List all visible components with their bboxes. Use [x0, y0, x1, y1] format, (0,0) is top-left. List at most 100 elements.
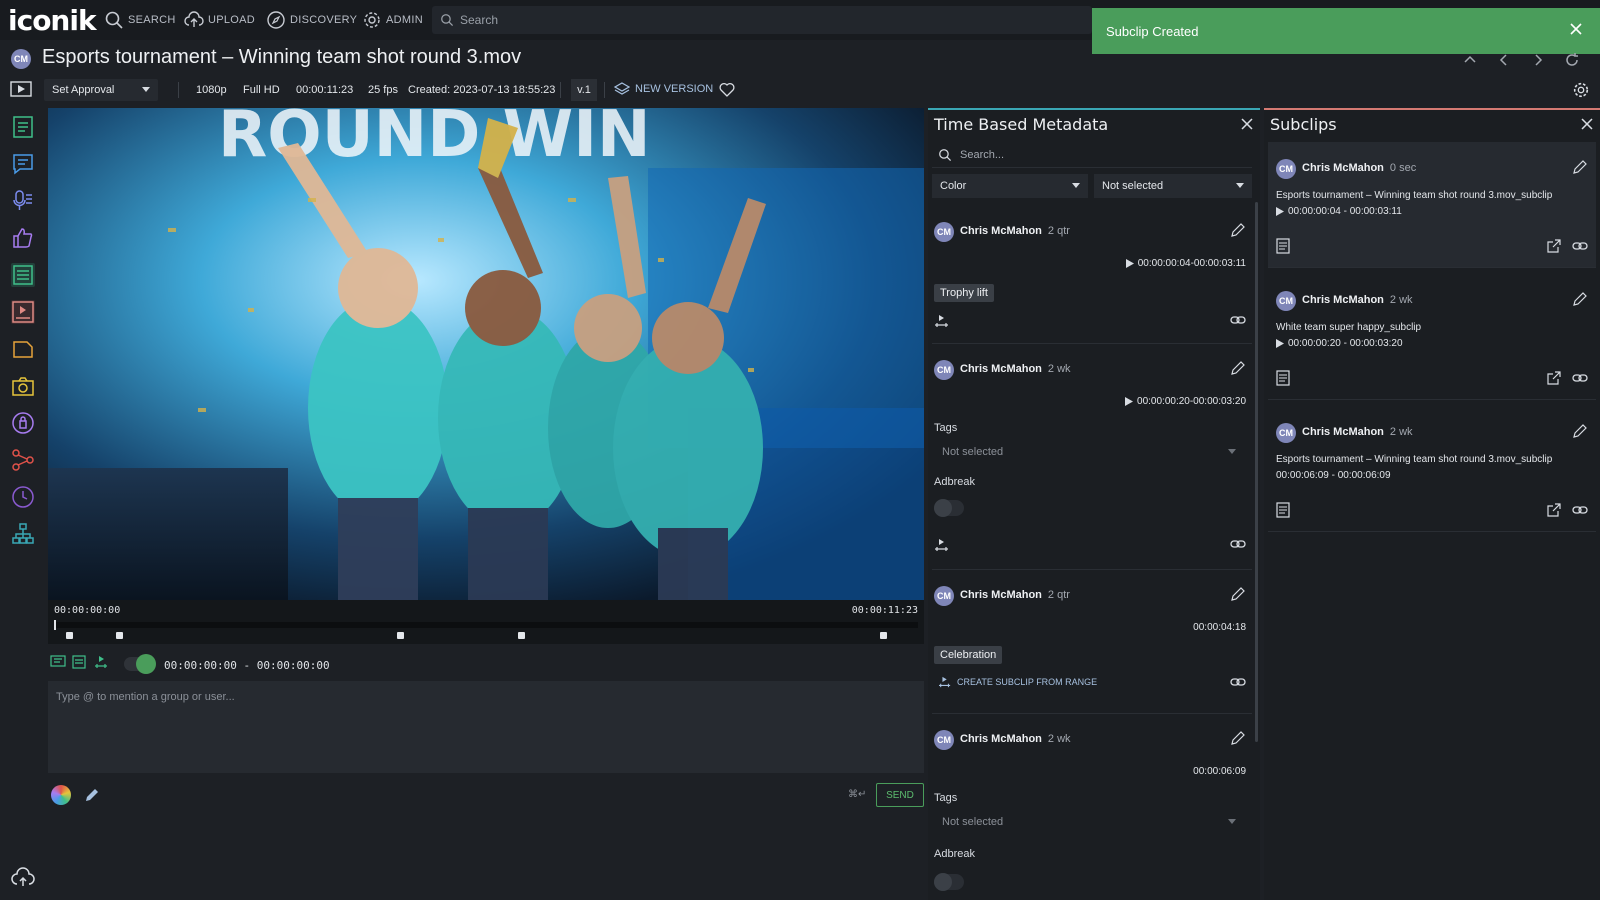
tbm-value-select[interactable]: Not selected [1094, 174, 1252, 198]
link-icon[interactable] [1572, 238, 1588, 254]
permissions-icon[interactable] [11, 411, 35, 435]
camera-icon[interactable] [11, 374, 35, 398]
timeline[interactable]: 00:00:00:00 00:00:11:23 [48, 600, 924, 644]
send-button[interactable]: SEND [876, 783, 924, 807]
adbreak-toggle[interactable] [934, 873, 964, 891]
subclip-range[interactable]: 00:00:00:04 - 00:00:03:11 [1276, 206, 1402, 217]
color-tag-chip[interactable]: Trophy lift [934, 284, 994, 302]
color-picker-icon[interactable] [51, 785, 71, 805]
metadata-card[interactable]: CM Chris McMahon 2 qtr 00:00:00:04-00:00:… [932, 206, 1252, 344]
player-view-icon[interactable] [10, 81, 32, 97]
avatar: CM [934, 586, 954, 606]
thumbs-up-icon[interactable] [11, 226, 35, 250]
comment-input[interactable]: Type @ to mention a group or user... [48, 681, 924, 773]
edit-pencil-icon[interactable] [1572, 159, 1588, 175]
global-search-input[interactable]: Search [432, 6, 1092, 34]
subclip-name[interactable]: White team super happy_subclip [1276, 322, 1421, 333]
metadata-card[interactable]: CM Chris McMahon 2 wk 00:00:06:09 Tags No… [932, 714, 1252, 900]
subclip-item[interactable]: CM Chris McMahon 2 wk Esports tournament … [1268, 406, 1596, 532]
timeline-marker[interactable] [880, 632, 888, 639]
range-timecode[interactable]: 00:00:00:20-00:00:03:20 [1125, 396, 1246, 407]
range-toggle[interactable] [124, 654, 156, 674]
external-link-icon[interactable] [1546, 370, 1562, 386]
share-graph-icon[interactable] [11, 448, 35, 472]
approval-select[interactable]: Set Approval [44, 79, 158, 101]
document-icon[interactable] [1276, 238, 1290, 254]
cloud-upload-icon[interactable] [11, 866, 35, 890]
subclip-range[interactable]: 00:00:00:20 - 00:00:03:20 [1276, 338, 1403, 349]
subclip-range-icon[interactable] [934, 314, 950, 328]
video-player[interactable]: ROUND WIN [48, 108, 924, 600]
subclip-name[interactable]: Esports tournament – Winning team shot r… [1276, 454, 1552, 465]
metadata-card[interactable]: CM Chris McMahon 2 qtr 00:00:04:18 Celebr… [932, 570, 1252, 714]
timeline-marker[interactable] [517, 632, 525, 639]
document-icon[interactable] [1276, 370, 1290, 386]
playhead[interactable] [54, 620, 56, 630]
subclip-range[interactable]: 00:00:06:09 - 00:00:06:09 [1276, 470, 1391, 481]
subclips-icon[interactable] [11, 300, 35, 324]
timecode-text: 00:00:04:18 [1193, 622, 1246, 633]
external-link-icon[interactable] [1546, 502, 1562, 518]
iconik-logo[interactable]: iconik [8, 4, 97, 37]
heart-icon[interactable] [719, 82, 735, 97]
subclip-item[interactable]: CM Chris McMahon 2 wk White team super ha… [1268, 274, 1596, 400]
collections-folder-icon[interactable] [11, 337, 35, 361]
edit-pencil-icon[interactable] [1230, 360, 1246, 376]
metadata-card[interactable]: CM Chris McMahon 2 wk 00:00:00:20-00:00:0… [932, 344, 1252, 570]
scrub-bar[interactable] [54, 622, 918, 628]
close-icon[interactable] [1240, 117, 1254, 131]
nav-search[interactable]: SEARCH [104, 10, 176, 30]
metadata-type-icon[interactable] [72, 655, 86, 669]
relations-tree-icon[interactable] [11, 522, 35, 546]
subclip-item[interactable]: CM Chris McMahon 0 sec Esports tournament… [1268, 142, 1596, 268]
nav-upload[interactable]: UPLOAD [184, 10, 255, 30]
tbm-search-input[interactable]: Search... [932, 142, 1252, 168]
link-icon[interactable] [1230, 536, 1246, 552]
scrollbar[interactable] [1255, 202, 1258, 742]
close-icon[interactable] [1568, 21, 1584, 37]
edit-pencil-icon[interactable] [1230, 730, 1246, 746]
metadata-icon[interactable] [11, 115, 35, 139]
link-icon[interactable] [1572, 370, 1588, 386]
comment-type-icon[interactable] [50, 655, 66, 669]
subclip-range-icon[interactable] [94, 655, 108, 669]
color-tag-chip[interactable]: Celebration [934, 646, 1003, 664]
timeline-marker[interactable] [115, 632, 123, 639]
pencil-icon[interactable] [84, 787, 100, 803]
timeline-marker[interactable] [65, 632, 73, 639]
transcription-icon[interactable] [11, 189, 35, 213]
subclip-range-icon[interactable] [934, 538, 950, 552]
create-subclip-from-range-button[interactable]: CREATE SUBCLIP FROM RANGE [938, 676, 1097, 688]
time-ago: 2 wk [1047, 363, 1071, 375]
tags-select[interactable]: Not selected [934, 810, 1244, 834]
tags-select[interactable]: Not selected [934, 440, 1244, 464]
comments-icon[interactable] [11, 152, 35, 176]
timecode-end: 00:00:11:23 [851, 605, 918, 616]
chevron-right-icon[interactable] [1530, 52, 1546, 68]
link-icon[interactable] [1230, 312, 1246, 328]
chevron-up-icon[interactable] [1462, 52, 1478, 68]
version-select[interactable]: v.1 [571, 79, 597, 101]
link-icon[interactable] [1230, 674, 1246, 690]
range-timecode[interactable]: 00:00:00:04-00:00:03:11 [1125, 258, 1246, 269]
edit-pencil-icon[interactable] [1230, 586, 1246, 602]
timeline-marker[interactable] [396, 632, 404, 639]
document-icon[interactable] [1276, 502, 1290, 518]
external-link-icon[interactable] [1546, 238, 1562, 254]
adbreak-toggle[interactable] [934, 499, 964, 517]
new-version-button[interactable]: NEW VERSION [614, 82, 713, 96]
nav-admin[interactable]: ADMIN [362, 10, 423, 30]
close-icon[interactable] [1580, 117, 1594, 131]
tbm-field-select[interactable]: Color [932, 174, 1088, 198]
chevron-left-icon[interactable] [1496, 52, 1512, 68]
refresh-icon[interactable] [1564, 52, 1580, 68]
settings-gear-icon[interactable] [1572, 81, 1590, 99]
nav-discovery[interactable]: DISCOVERY [266, 10, 357, 30]
link-icon[interactable] [1572, 502, 1588, 518]
edit-pencil-icon[interactable] [1572, 423, 1588, 439]
history-clock-icon[interactable] [11, 485, 35, 509]
edit-pencil-icon[interactable] [1572, 291, 1588, 307]
time-based-metadata-icon[interactable] [11, 263, 35, 287]
subclip-name[interactable]: Esports tournament – Winning team shot r… [1276, 190, 1552, 201]
edit-pencil-icon[interactable] [1230, 222, 1246, 238]
